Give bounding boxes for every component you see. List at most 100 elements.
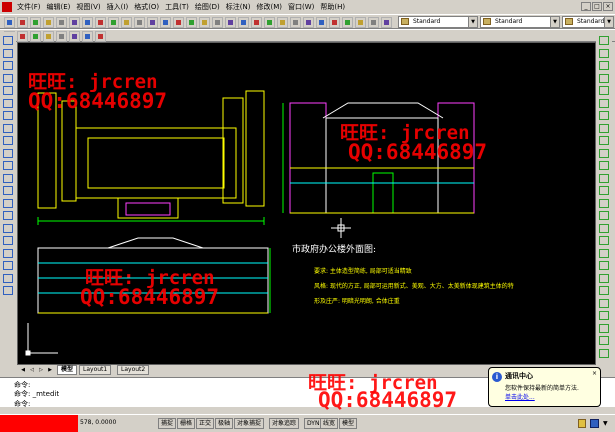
toolbar-tool-icon[interactable] [238, 17, 249, 28]
toolbar-tool-icon[interactable] [121, 17, 132, 28]
otrack-toggle[interactable]: 对象追踪 [269, 418, 300, 429]
tray-comm-icon[interactable] [590, 419, 599, 428]
tray-lock-icon[interactable] [578, 419, 586, 428]
side-tool-icon[interactable] [599, 298, 609, 308]
toolbar-tool-icon[interactable] [290, 17, 301, 28]
side-tool-icon[interactable] [3, 161, 13, 170]
side-tool-icon[interactable] [599, 61, 609, 70]
side-tool-icon[interactable] [3, 136, 13, 145]
toolbar-tool-icon[interactable] [82, 31, 93, 42]
side-tool-icon[interactable] [3, 273, 13, 283]
toolbar-tool-icon[interactable] [95, 31, 106, 42]
ortho-toggle[interactable]: 正交 [196, 418, 215, 429]
side-tool-icon[interactable] [599, 323, 609, 333]
side-tool-icon[interactable] [3, 223, 13, 233]
grid-toggle[interactable]: 栅格 [177, 418, 196, 429]
toolbar-tool-icon[interactable] [342, 17, 353, 28]
snap-toggle[interactable]: 捕捉 [158, 418, 177, 429]
toolbar-tool-icon[interactable] [43, 17, 54, 28]
side-tool-icon[interactable] [599, 223, 609, 233]
toolbar-tool-icon[interactable] [30, 17, 41, 28]
side-tool-icon[interactable] [3, 36, 13, 45]
tray-menu-icon[interactable]: ▼ [603, 420, 608, 427]
side-tool-icon[interactable] [3, 211, 13, 220]
side-tool-icon[interactable] [599, 123, 609, 133]
side-tool-icon[interactable] [3, 286, 13, 295]
side-tool-icon[interactable] [599, 261, 609, 270]
side-tool-icon[interactable] [599, 273, 609, 283]
side-tool-icon[interactable] [599, 161, 609, 170]
side-tool-icon[interactable] [599, 98, 609, 108]
chevron-down-icon[interactable]: ▼ [468, 17, 477, 27]
side-tool-icon[interactable] [3, 186, 13, 195]
side-tool-icon[interactable] [3, 73, 13, 83]
menu-draw[interactable]: 绘图 (D) [192, 0, 223, 14]
prev-tab-icon[interactable]: ◁ [28, 366, 36, 374]
toolbar-tool-icon[interactable] [108, 17, 119, 28]
dim-style-select[interactable]: Standard ▼ [480, 16, 560, 28]
command-prompt[interactable]: 命令: [14, 399, 30, 409]
toolbar-tool-icon[interactable] [329, 17, 340, 28]
last-tab-icon[interactable]: ▶ [46, 366, 54, 374]
side-tool-icon[interactable] [599, 248, 609, 258]
toolbar-tool-icon[interactable] [134, 17, 145, 28]
minimize-icon[interactable]: _ [581, 2, 591, 11]
menu-help[interactable]: 帮助 (H) [317, 0, 348, 14]
side-tool-icon[interactable] [599, 311, 609, 320]
side-tool-icon[interactable] [599, 48, 609, 58]
toolbar-tool-icon[interactable] [82, 17, 93, 28]
side-tool-icon[interactable] [3, 98, 13, 108]
side-tool-icon[interactable] [599, 336, 609, 345]
toolbar-tool-icon[interactable] [368, 17, 379, 28]
side-tool-icon[interactable] [3, 236, 13, 245]
menu-file[interactable]: 文件 (F) [14, 0, 44, 14]
toolbar-tool-icon[interactable] [160, 17, 171, 28]
close-icon[interactable]: × [592, 370, 597, 377]
toolbar-tool-icon[interactable] [173, 17, 184, 28]
toolbar-tool-icon[interactable] [69, 31, 80, 42]
toolbar-tool-icon[interactable] [212, 17, 223, 28]
toolbar-tool-icon[interactable] [17, 31, 28, 42]
polar-toggle[interactable]: 极轴 [215, 418, 234, 429]
toolbar-tool-icon[interactable] [381, 17, 392, 28]
menu-tools[interactable]: 工具 (T) [162, 0, 192, 14]
side-tool-icon[interactable] [3, 248, 13, 258]
tab-layout1[interactable]: Layout1 [79, 365, 112, 375]
side-tool-icon[interactable] [3, 198, 13, 208]
toolbar-tool-icon[interactable] [69, 17, 80, 28]
side-tool-icon[interactable] [599, 286, 609, 295]
side-tool-icon[interactable] [599, 136, 609, 145]
side-tool-icon[interactable] [3, 123, 13, 133]
side-tool-icon[interactable] [599, 111, 609, 120]
menu-view[interactable]: 视图 (V) [73, 0, 103, 14]
side-tool-icon[interactable] [3, 86, 13, 95]
menu-dimension[interactable]: 标注 (N) [223, 0, 254, 14]
tab-layout2[interactable]: Layout2 [117, 365, 150, 375]
menu-format[interactable]: 格式 (O) [131, 0, 162, 14]
side-tool-icon[interactable] [599, 73, 609, 83]
side-tool-icon[interactable] [599, 36, 609, 45]
toolbar-tool-icon[interactable] [56, 31, 67, 42]
balloon-link[interactable]: 单击此处... [505, 392, 596, 401]
side-tool-icon[interactable] [3, 111, 13, 120]
side-tool-icon[interactable] [3, 48, 13, 58]
comm-center-balloon[interactable]: i × 通讯中心 您软件保持最新的简单方法. 单击此处... [488, 367, 601, 407]
side-tool-icon[interactable] [3, 261, 13, 270]
side-tool-icon[interactable] [3, 148, 13, 158]
side-tool-icon[interactable] [599, 198, 609, 208]
side-tool-icon[interactable] [599, 186, 609, 195]
side-tool-icon[interactable] [599, 148, 609, 158]
toolbar-tool-icon[interactable] [225, 17, 236, 28]
app-icon[interactable] [2, 2, 12, 12]
close-icon[interactable]: × [603, 2, 613, 11]
osnap-toggle[interactable]: 对象捕捉 [234, 418, 265, 429]
toolbar-tool-icon[interactable] [17, 17, 28, 28]
toolbar-tool-icon[interactable] [43, 31, 54, 42]
toolbar-tool-icon[interactable] [199, 17, 210, 28]
next-tab-icon[interactable]: ▷ [37, 366, 45, 374]
toolbar-tool-icon[interactable] [147, 17, 158, 28]
toolbar-tool-icon[interactable] [56, 17, 67, 28]
toolbar-tool-icon[interactable] [251, 17, 262, 28]
side-tool-icon[interactable] [3, 173, 13, 183]
menu-edit[interactable]: 编辑 (E) [44, 0, 74, 14]
